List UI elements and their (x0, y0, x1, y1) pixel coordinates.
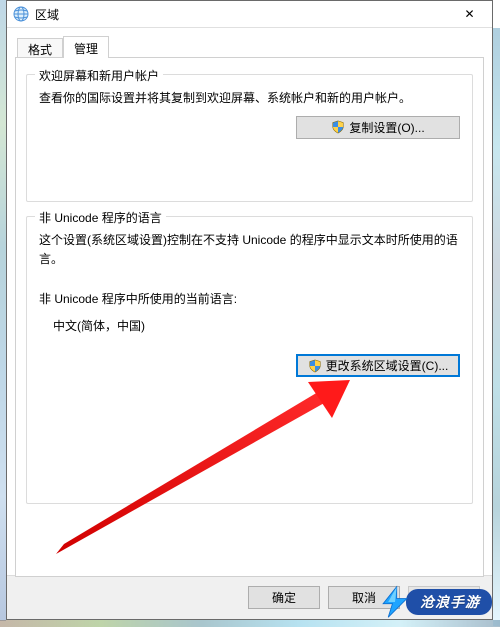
dialog-body: 格式 管理 欢迎屏幕和新用户帐户 查看你的国际设置并将其复制到欢迎屏幕、系统帐户… (7, 28, 492, 575)
change-system-locale-label: 更改系统区域设置(C)... (326, 357, 449, 374)
cancel-label: 取消 (352, 589, 376, 606)
group-welcome-title: 欢迎屏幕和新用户帐户 (35, 67, 163, 84)
uac-shield-icon (331, 120, 345, 134)
globe-icon (13, 6, 29, 22)
group-welcome: 欢迎屏幕和新用户帐户 查看你的国际设置并将其复制到欢迎屏幕、系统帐户和新的用户帐… (26, 74, 473, 202)
uac-shield-icon (308, 359, 322, 373)
region-dialog: 区域 ✕ 格式 管理 欢迎屏幕和新用户帐户 查看你的国际设置并将其复制到欢迎屏幕… (6, 0, 493, 620)
group-nonunicode: 非 Unicode 程序的语言 这个设置(系统区域设置)控制在不支持 Unico… (26, 216, 473, 504)
group-nonunicode-title: 非 Unicode 程序的语言 (35, 209, 166, 226)
apply-button: 应用(A) (408, 586, 480, 609)
window-title: 区域 (35, 6, 447, 23)
close-button[interactable]: ✕ (447, 1, 492, 27)
close-icon: ✕ (464, 7, 474, 21)
apply-label: 应用(A) (424, 589, 464, 606)
titlebar: 区域 ✕ (7, 1, 492, 28)
cancel-button[interactable]: 取消 (328, 586, 400, 609)
ok-label: 确定 (272, 589, 296, 606)
current-language-heading: 非 Unicode 程序中所使用的当前语言: (39, 290, 460, 307)
dialog-button-bar: 确定 取消 应用(A) (7, 575, 492, 619)
tab-admin[interactable]: 管理 (63, 36, 109, 58)
tab-format[interactable]: 格式 (17, 38, 63, 57)
change-system-locale-button[interactable]: 更改系统区域设置(C)... (296, 354, 460, 377)
group-nonunicode-desc: 这个设置(系统区域设置)控制在不支持 Unicode 的程序中显示文本时所使用的… (39, 231, 460, 268)
tabstrip: 格式 管理 (15, 36, 484, 57)
tab-format-label: 格式 (28, 41, 52, 58)
ok-button[interactable]: 确定 (248, 586, 320, 609)
current-language-value: 中文(简体，中国) (39, 317, 460, 334)
tab-admin-label: 管理 (74, 40, 98, 57)
tab-panel-admin: 欢迎屏幕和新用户帐户 查看你的国际设置并将其复制到欢迎屏幕、系统帐户和新的用户帐… (15, 57, 484, 577)
group-welcome-desc: 查看你的国际设置并将其复制到欢迎屏幕、系统帐户和新的用户帐户。 (39, 89, 460, 108)
copy-settings-label: 复制设置(O)... (349, 119, 424, 136)
copy-settings-button[interactable]: 复制设置(O)... (296, 116, 460, 139)
